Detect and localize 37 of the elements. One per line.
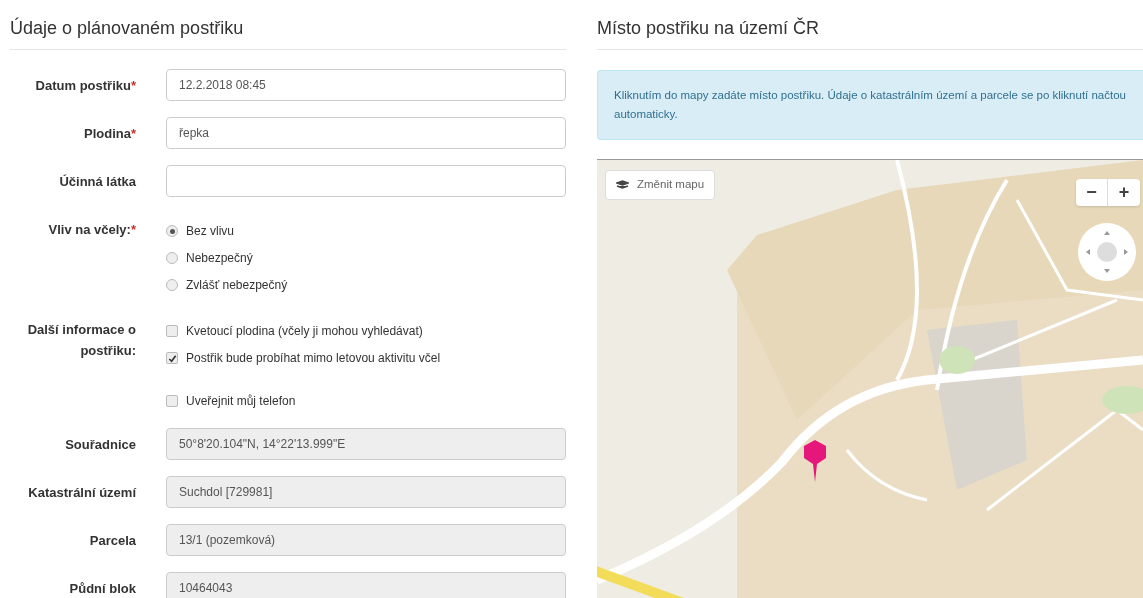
field-label: Další informace o postřiku: [27, 322, 136, 358]
input-field[interactable] [166, 165, 566, 197]
field-label: Datum postřiku* [35, 77, 136, 93]
zoom-in-button[interactable]: + [1108, 179, 1140, 206]
field-label: Katastrální území [28, 484, 136, 500]
checkbox[interactable] [166, 395, 178, 407]
radio-label: Nebezpečný [186, 250, 253, 267]
layers-icon [616, 180, 629, 190]
radio-button[interactable] [166, 279, 178, 291]
field-label: Účinná látka [59, 173, 136, 189]
checkbox-label: Kvetoucí plodina (včely ji mohou vyhledávat) [186, 323, 423, 340]
radio-label: Bez vlivu [186, 223, 235, 240]
checkbox[interactable] [166, 325, 178, 337]
input-field[interactable]: Suchdol [729981] [166, 476, 566, 508]
field-label: Půdní blok [69, 580, 136, 596]
field-label: Souřadnice [65, 436, 136, 452]
pan-control-icon[interactable] [1077, 222, 1137, 282]
section-title: Údaje o plánovaném postřiku [10, 16, 245, 40]
radio-button[interactable] [166, 225, 178, 237]
checkbox-label: Postřik bude probíhat mimo letovou aktivitu včel [186, 350, 441, 367]
radio-label: Zvlášť nebezpečný [186, 277, 288, 294]
radio-button[interactable] [166, 252, 178, 264]
checkbox[interactable] [166, 352, 178, 364]
input-field[interactable]: 10464043 [166, 572, 566, 598]
input-field[interactable]: 50°8'20.104"N, 14°22'13.999"E [166, 428, 566, 460]
field-label: Vliv na včely:* [48, 222, 136, 237]
section-title: Místo postřiku na území ČR [597, 16, 821, 40]
checkbox-label: Uveřejnit můj telefon [186, 393, 296, 410]
input-field[interactable]: 12.2.2018 08:45 [166, 69, 566, 101]
change-map-button[interactable]: Změnit mapu [605, 170, 716, 200]
input-field[interactable]: 13/1 (pozemková) [166, 524, 566, 556]
info-alert: Kliknutím do mapy zadáte místo postřiku. Údaje o katastrálním území a parcele se po kliknutí načtou automaticky. [597, 70, 1143, 140]
map[interactable]: Změnit mapu − + [597, 159, 1143, 598]
zoom-out-button[interactable]: − [1076, 179, 1108, 206]
input-field[interactable]: řepka [166, 117, 566, 149]
field-label: Plodina* [84, 125, 136, 141]
field-label: Parcela [89, 532, 136, 548]
